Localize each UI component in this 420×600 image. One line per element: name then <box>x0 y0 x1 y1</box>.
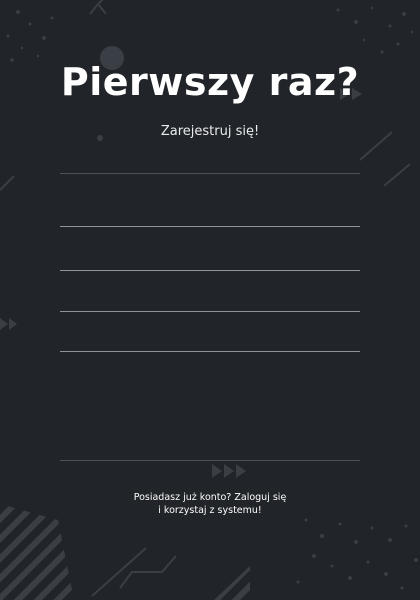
field-underline <box>60 311 360 312</box>
footer-divider <box>60 460 360 461</box>
registration-panel: Pierwszy raz? Zarejestruj się! Posiadasz… <box>0 0 420 600</box>
page-title: Pierwszy raz? <box>60 60 360 104</box>
login-link[interactable]: Posiadasz już konto? Zaloguj się i korzy… <box>0 491 420 517</box>
page-subtitle: Zarejestruj się! <box>160 124 260 139</box>
field-underline <box>60 270 360 271</box>
registration-field-5[interactable] <box>60 317 360 351</box>
login-link-line-1: Posiadasz już konto? Zaloguj się <box>133 492 287 503</box>
registration-field-4[interactable] <box>60 277 360 311</box>
field-underline <box>60 173 360 174</box>
registration-field-3[interactable] <box>60 236 360 270</box>
registration-field-2[interactable] <box>60 192 360 226</box>
field-underline <box>60 351 360 352</box>
login-link-line-2: i korzystaj z systemu! <box>158 505 262 516</box>
registration-field-1[interactable] <box>60 139 360 173</box>
field-underline <box>60 226 360 227</box>
